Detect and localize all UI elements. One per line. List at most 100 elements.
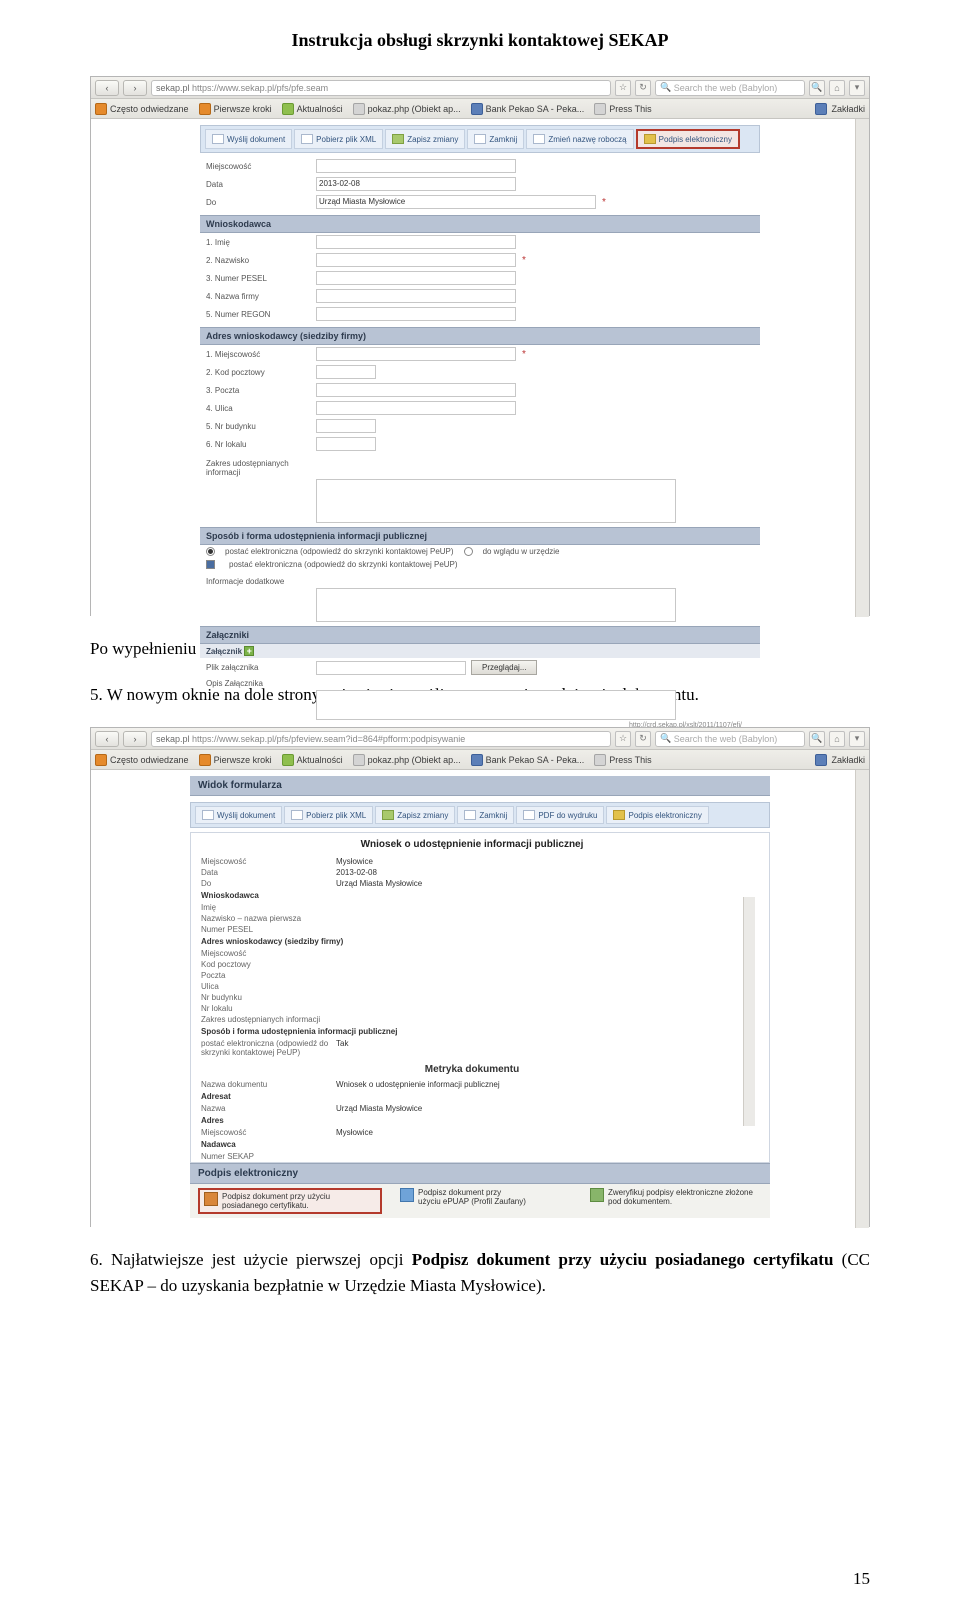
search-bar[interactable]: 🔍 Search the web (Babylon) [655,731,805,747]
textarea-opis[interactable] [316,690,676,720]
textarea-zakres[interactable] [316,479,676,523]
search-bar[interactable]: 🔍 Search the web (Babylon) [655,80,805,96]
tab-save[interactable]: Zapisz zmiany [385,129,465,149]
label-plik: Plik załącznika [206,663,316,672]
bookmark-bank[interactable]: Bank Pekao SA - Peka... [471,754,585,766]
label-firma: 4. Nazwa firmy [206,292,316,301]
bookmark-pokaz[interactable]: pokaz.php (Obiekt ap... [353,103,461,115]
search-go-icon[interactable]: 🔍 [809,731,825,747]
search-go-icon[interactable]: 🔍 [809,80,825,96]
forward-button[interactable]: › [123,80,147,96]
bookmark-pressthis[interactable]: Press This [594,103,651,115]
bookmark-star-icon[interactable]: ☆ [615,80,631,96]
inner-scrollbar[interactable] [743,897,755,1126]
verify-signatures[interactable]: Zweryfikuj podpisy elektroniczne złożone… [590,1188,762,1206]
bookmark-frequent[interactable]: Często odwiedzane [95,103,189,115]
metryka-nrkonta: Numer SEKAP [201,1152,336,1161]
label-regon: 5. Numer REGON [206,310,316,319]
tab-sign[interactable]: Podpis elektroniczny [606,806,708,824]
page-scrollbar[interactable] [855,119,869,617]
radio-elektroniczna[interactable] [206,547,215,556]
tab-download-xml[interactable]: Pobierz plik XML [284,806,373,824]
tab-save[interactable]: Zapisz zmiany [375,806,455,824]
certificate-icon [204,1192,218,1206]
sign-option-epuap[interactable]: Podpisz dokument przyużyciu ePUAP (Profi… [400,1188,572,1206]
bookmark-first-steps[interactable]: Pierwsze kroki [199,103,272,115]
input-pesel[interactable] [316,271,516,285]
extension-icon[interactable]: ⌂ [829,80,845,96]
screenshot-sign-options: ‹ › sekap.pl https://www.sekap.pl/pfs/pf… [90,727,870,1227]
input-adr-poczta[interactable] [316,383,516,397]
tab-close[interactable]: Zamknij [457,806,514,824]
page-scrollbar[interactable] [855,770,869,1228]
bookmark-news[interactable]: Aktualności [282,754,343,766]
url-bar[interactable]: sekap.pl https://www.sekap.pl/pfs/pfevie… [151,731,611,747]
reload-icon[interactable]: ↻ [635,80,651,96]
label-do: Do [206,198,316,207]
label-adr-nrl: 6. Nr lokalu [206,440,316,449]
menu-icon[interactable]: ▾ [849,80,865,96]
view-wnioskodawca-hdr: Wnioskodawca [191,889,753,902]
bookmark-star-icon[interactable]: ☆ [615,731,631,747]
label-adr-miejsc: 1. Miejscowość [206,350,316,359]
url-bar[interactable]: sekap.pl https://www.sekap.pl/pfs/pfe.se… [151,80,611,96]
bookmark-news[interactable]: Aktualności [282,103,343,115]
input-imie[interactable] [316,235,516,249]
section-adres: Adres wnioskodawcy (siedziby firmy) [200,327,760,345]
bookmark-bank[interactable]: Bank Pekao SA - Peka... [471,103,585,115]
input-adr-miejsc[interactable] [316,347,516,361]
sign-option-certificate[interactable]: Podpisz dokument przy użyciu posiadanego… [198,1188,382,1214]
metryka-nazwa-l: Nazwa dokumentu [201,1080,336,1089]
metryka-nazwa-v: Wniosek o udostępnienie informacji publi… [336,1080,500,1089]
bookmarks-toolbar: Często odwiedzane Pierwsze kroki Aktualn… [91,750,869,770]
input-adr-nrb[interactable] [316,419,376,433]
bookmarks-right[interactable]: Zakładki [815,103,865,115]
bookmark-pressthis[interactable]: Press This [594,754,651,766]
input-firma[interactable] [316,289,516,303]
extension-icon[interactable]: ⌂ [829,731,845,747]
signature-options-row: Podpisz dokument przy użyciu posiadanego… [190,1184,770,1218]
checkbox-postac[interactable] [206,560,215,569]
bookmarks-right[interactable]: Zakładki [815,754,865,766]
tab-rename[interactable]: Zmień nazwę roboczą [526,129,633,149]
bookmark-frequent[interactable]: Często odwiedzane [95,754,189,766]
metryka-nazwa2-l: Nazwa [201,1104,336,1113]
tab-send[interactable]: Wyślij dokument [205,129,292,149]
input-data[interactable]: 2013-02-08 [316,177,516,191]
reload-icon[interactable]: ↻ [635,731,651,747]
bookmark-first-steps[interactable]: Pierwsze kroki [199,754,272,766]
menu-icon[interactable]: ▾ [849,731,865,747]
panel-title: Widok formularza [190,776,770,796]
add-attachment-icon[interactable]: + [244,646,254,656]
radio-wglad[interactable] [464,547,473,556]
back-button[interactable]: ‹ [95,80,119,96]
tab-pdf[interactable]: PDF do wydruku [516,806,604,824]
metryka-miejsc-v: Mysłowice [336,1128,373,1137]
back-button[interactable]: ‹ [95,731,119,747]
input-do[interactable]: Urząd Miasta Mysłowice [316,195,596,209]
input-adr-nrl[interactable] [316,437,376,451]
epuap-icon [400,1188,414,1202]
input-nazwisko[interactable] [316,253,516,267]
view-pesel: Numer PESEL [201,925,336,934]
label-adr-kod: 2. Kod pocztowy [206,368,316,377]
metryka-nadawca: Nadawca [191,1138,753,1151]
input-adr-ulica[interactable] [316,401,516,415]
label-adr-ulica: 4. Ulica [206,404,316,413]
input-regon[interactable] [316,307,516,321]
tab-send[interactable]: Wyślij dokument [195,806,282,824]
radio-label-1: postać elektroniczna (odpowiedź do skrzy… [225,547,454,556]
label-opis: Opis Załącznika [206,679,316,688]
forward-button[interactable]: › [123,731,147,747]
browse-button[interactable]: Przeglądaj... [471,660,537,675]
tab-sign[interactable]: Podpis elektroniczny [636,129,740,149]
view-adr-ulica: Ulica [201,982,336,991]
input-adr-kod[interactable] [316,365,376,379]
textarea-info-dod[interactable] [316,588,676,622]
input-miejscowosc[interactable] [316,159,516,173]
input-plik[interactable] [316,661,466,675]
label-zakres: Zakres udostępnianych informacji [206,459,316,477]
bookmark-pokaz[interactable]: pokaz.php (Obiekt ap... [353,754,461,766]
tab-close[interactable]: Zamknij [467,129,524,149]
tab-download-xml[interactable]: Pobierz plik XML [294,129,383,149]
